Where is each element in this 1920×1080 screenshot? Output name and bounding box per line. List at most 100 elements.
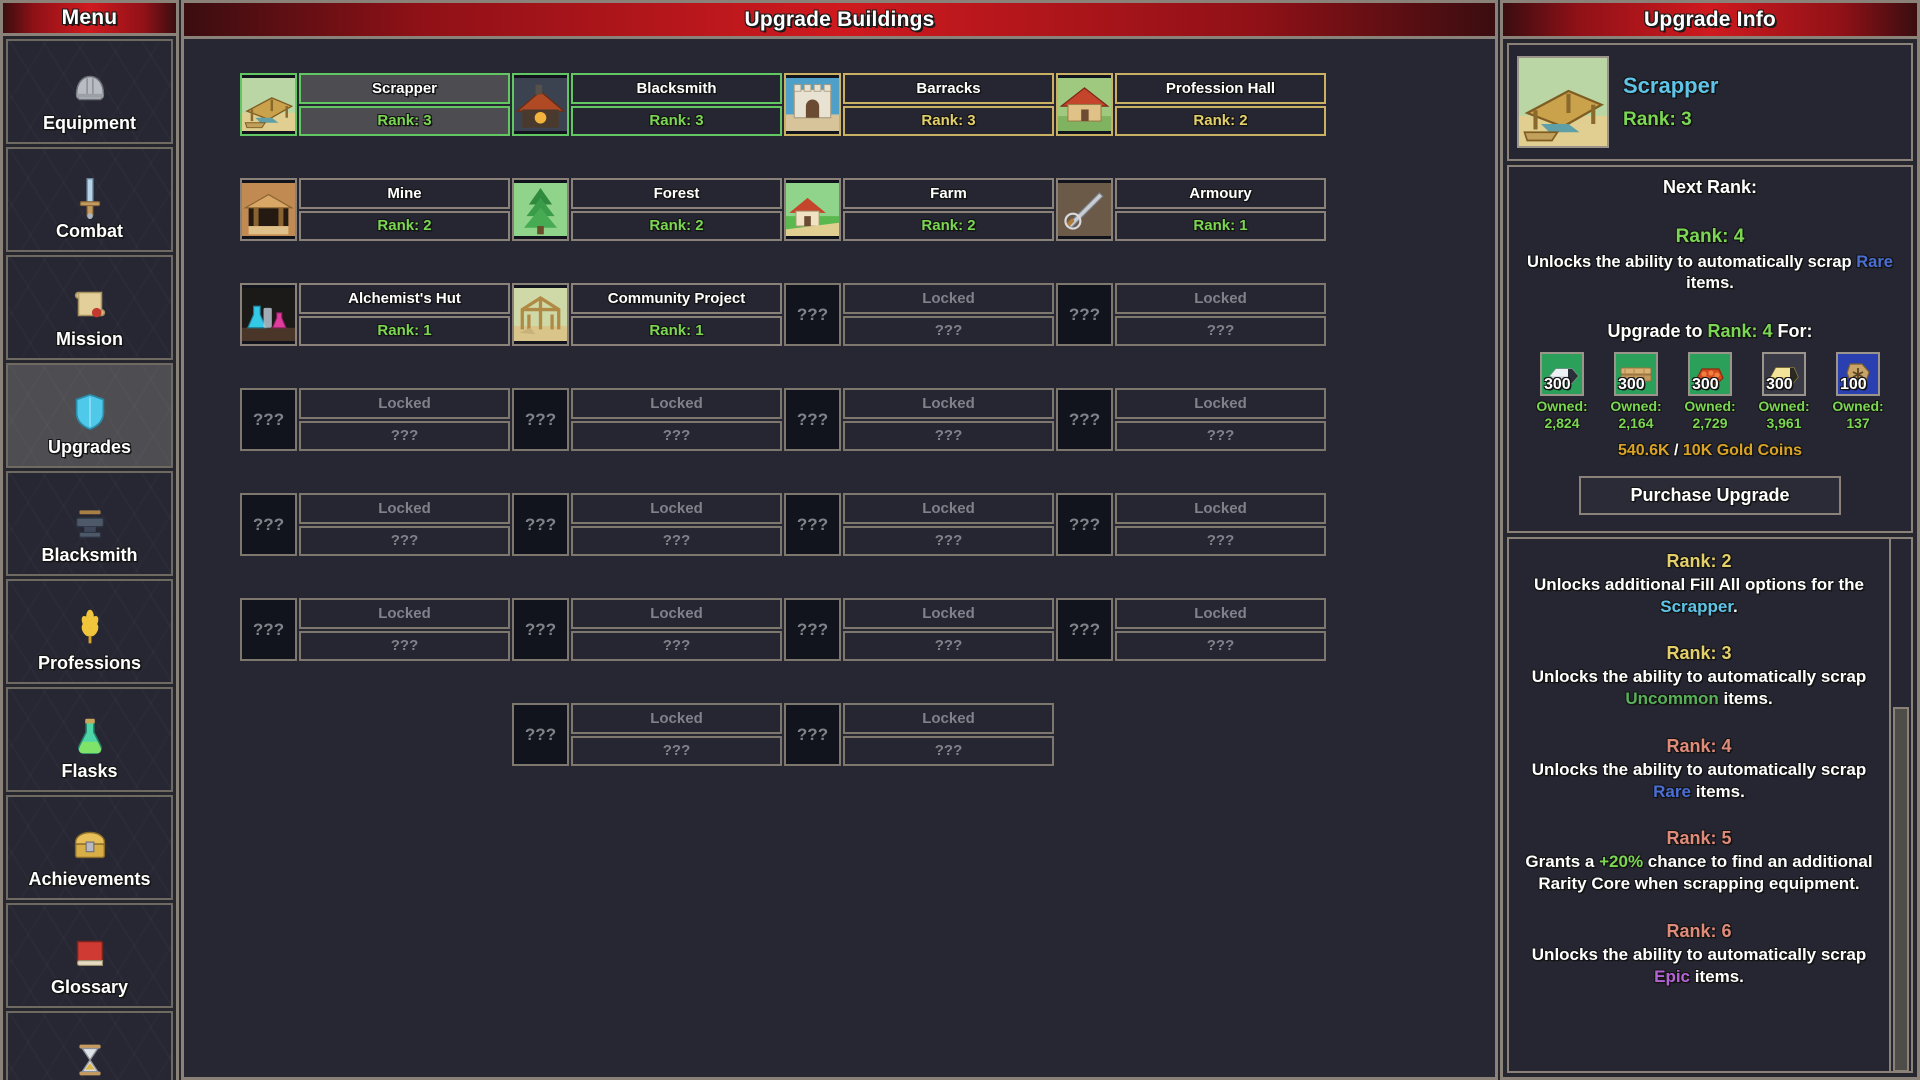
building-card-locked[interactable]: ??? Locked??? bbox=[512, 598, 782, 661]
rank-benefit-label: Rank: 6 bbox=[1666, 920, 1732, 941]
rank-list-scrollbar[interactable] bbox=[1889, 538, 1911, 1072]
building-rank: Rank: 2 bbox=[571, 210, 782, 241]
building-card-locked[interactable]: ??? Locked??? bbox=[240, 493, 510, 556]
locked-icon: ??? bbox=[784, 283, 841, 346]
rank-benefit-block: Rank: 4 Unlocks the ability to automatica… bbox=[1519, 736, 1879, 803]
sidebar-item-label: Combat bbox=[56, 221, 123, 241]
building-card-locked[interactable]: ??? Locked??? bbox=[512, 703, 782, 766]
building-card-armoury[interactable]: Armoury Rank: 1 bbox=[1056, 178, 1326, 241]
sidebar-item-achievements[interactable]: Achievements bbox=[6, 795, 173, 900]
building-card-scrapper[interactable]: Scrapper Rank: 3 bbox=[240, 73, 510, 136]
rank-benefit-text: Unlocks the ability to automatically scr… bbox=[1519, 759, 1879, 803]
owned-count: 2,164 bbox=[1618, 415, 1654, 432]
benefit-text-part: . bbox=[1733, 596, 1738, 616]
rank-benefit-block: Rank: 6 Unlocks the ability to automatica… bbox=[1519, 921, 1879, 988]
building-card-locked[interactable]: ??? Locked??? bbox=[784, 283, 1054, 346]
building-card-forest[interactable]: Forest Rank: 2 bbox=[512, 178, 782, 241]
building-name: Locked bbox=[571, 388, 782, 419]
owned-label: Owned: bbox=[1684, 397, 1736, 414]
sidebar-item-professions[interactable]: Professions bbox=[6, 579, 173, 684]
rarity-tag: Rare bbox=[1856, 253, 1893, 271]
upgrade-cost-heading: Upgrade to Rank: 4 For: bbox=[1607, 320, 1813, 341]
building-card-community-project[interactable]: Community Project Rank: 1 bbox=[512, 283, 782, 346]
building-card-locked[interactable]: ??? Locked??? bbox=[784, 598, 1054, 661]
rank-benefit-block: Rank: 3 Unlocks the ability to automatica… bbox=[1519, 643, 1879, 710]
purchase-upgrade-button[interactable]: Purchase Upgrade bbox=[1579, 475, 1841, 515]
next-rank-header: Next Rank: bbox=[1662, 177, 1758, 197]
building-card-locked[interactable]: ??? Locked??? bbox=[1056, 598, 1326, 661]
sidebar-item-label: Equipment bbox=[43, 113, 136, 133]
forest-icon bbox=[512, 178, 569, 241]
building-name: Locked bbox=[843, 598, 1054, 629]
building-card-alchemist-s-hut[interactable]: Alchemist's Hut Rank: 1 bbox=[240, 283, 510, 346]
building-card-locked[interactable]: ??? Locked??? bbox=[1056, 493, 1326, 556]
sidebar-item-glossary[interactable]: Glossary bbox=[6, 903, 173, 1008]
sidebar-item-label: Professions bbox=[37, 653, 142, 673]
target-rank-label: Rank: 4 bbox=[1707, 320, 1773, 341]
rank-benefit-text: Unlocks the ability to automatically scr… bbox=[1519, 666, 1879, 710]
locked-icon: ??? bbox=[240, 388, 297, 451]
rank-benefits-list: Rank: 2 Unlocks additional Fill All optio… bbox=[1509, 539, 1889, 1071]
building-rank: ??? bbox=[299, 630, 510, 661]
locked-icon: ??? bbox=[512, 598, 569, 661]
benefit-text-part: items. bbox=[1690, 781, 1745, 801]
scrollbar-thumb[interactable] bbox=[1893, 706, 1909, 1072]
rank-benefit-text: Unlocks the ability to automatically scr… bbox=[1519, 944, 1879, 988]
building-name: Forest bbox=[571, 178, 782, 209]
sidebar-item-label: Achievements bbox=[28, 869, 151, 889]
building-card-locked[interactable]: ??? Locked??? bbox=[784, 388, 1054, 451]
sidebar-item-combat[interactable]: Combat bbox=[6, 147, 173, 252]
sidebar-item-blacksmith[interactable]: Blacksmith bbox=[6, 471, 173, 576]
locked-icon: ??? bbox=[784, 493, 841, 556]
building-card-locked[interactable]: ??? Locked??? bbox=[240, 388, 510, 451]
owned-label: Owned: bbox=[1536, 397, 1588, 414]
building-card-locked[interactable]: ??? Locked??? bbox=[512, 493, 782, 556]
owned-count: 3,961 bbox=[1766, 415, 1802, 432]
building-card-locked[interactable]: ??? Locked??? bbox=[240, 598, 510, 661]
locked-icon: ??? bbox=[1056, 388, 1113, 451]
building-rank: Rank: 3 bbox=[299, 105, 510, 136]
locked-icon: ??? bbox=[784, 703, 841, 766]
building-rank: Rank: 2 bbox=[1115, 105, 1326, 136]
building-name: Locked bbox=[1115, 283, 1326, 314]
sidebar-item-label: Glossary bbox=[50, 977, 129, 997]
building-name: Locked bbox=[1115, 598, 1326, 629]
buildings-scroll-area: Scrapper Rank: 3 Blacksmith Rank: 3 Barracks… bbox=[184, 39, 1495, 1077]
building-card-locked[interactable]: ??? Locked??? bbox=[1056, 283, 1326, 346]
gold-cost-line: 540.6K / 10K Gold Coins bbox=[1515, 442, 1905, 460]
community-icon bbox=[512, 283, 569, 346]
building-card-farm[interactable]: Farm Rank: 2 bbox=[784, 178, 1054, 241]
cost-item: 100 Owned: 137 bbox=[1830, 351, 1886, 433]
building-card-locked[interactable]: ??? Locked??? bbox=[512, 388, 782, 451]
building-card-barracks[interactable]: Barracks Rank: 3 bbox=[784, 73, 1054, 136]
locked-icon: ??? bbox=[1056, 493, 1113, 556]
building-name: Locked bbox=[1115, 493, 1326, 524]
building-rank: ??? bbox=[571, 420, 782, 451]
sidebar-item-settings[interactable]: Settings bbox=[6, 1011, 173, 1080]
building-name: Scrapper bbox=[299, 73, 510, 104]
rank-benefit-label: Rank: 3 bbox=[1666, 643, 1732, 664]
cost-item: 300 Owned: 2,824 bbox=[1534, 351, 1590, 433]
building-card-blacksmith[interactable]: Blacksmith Rank: 3 bbox=[512, 73, 782, 136]
sidebar-item-flasks[interactable]: Flasks bbox=[6, 687, 173, 792]
building-name: Locked bbox=[571, 493, 782, 524]
building-card-locked[interactable]: ??? Locked??? bbox=[784, 703, 1054, 766]
building-rank: ??? bbox=[571, 735, 782, 766]
building-card-mine[interactable]: Mine Rank: 2 bbox=[240, 178, 510, 241]
sidebar-item-mission[interactable]: Mission bbox=[6, 255, 173, 360]
building-card-profession-hall[interactable]: Profession Hall Rank: 2 bbox=[1056, 73, 1326, 136]
building-rank: Rank: 1 bbox=[299, 315, 510, 346]
owned-count: 2,729 bbox=[1692, 415, 1728, 432]
sidebar-item-upgrades[interactable]: Upgrades bbox=[6, 363, 173, 468]
building-card-locked[interactable]: ??? Locked??? bbox=[1056, 388, 1326, 451]
anvil-icon bbox=[67, 491, 113, 543]
sidebar-item-equipment[interactable]: Equipment bbox=[6, 39, 173, 144]
barracks-icon bbox=[784, 73, 841, 136]
building-rank: ??? bbox=[843, 420, 1054, 451]
owned-label: Owned: bbox=[1610, 397, 1662, 414]
building-name: Alchemist's Hut bbox=[299, 283, 510, 314]
building-card-locked[interactable]: ??? Locked??? bbox=[784, 493, 1054, 556]
building-rank: ??? bbox=[843, 315, 1054, 346]
building-name: Locked bbox=[1115, 388, 1326, 419]
cost-item: 300 Owned: 2,729 bbox=[1682, 351, 1738, 433]
